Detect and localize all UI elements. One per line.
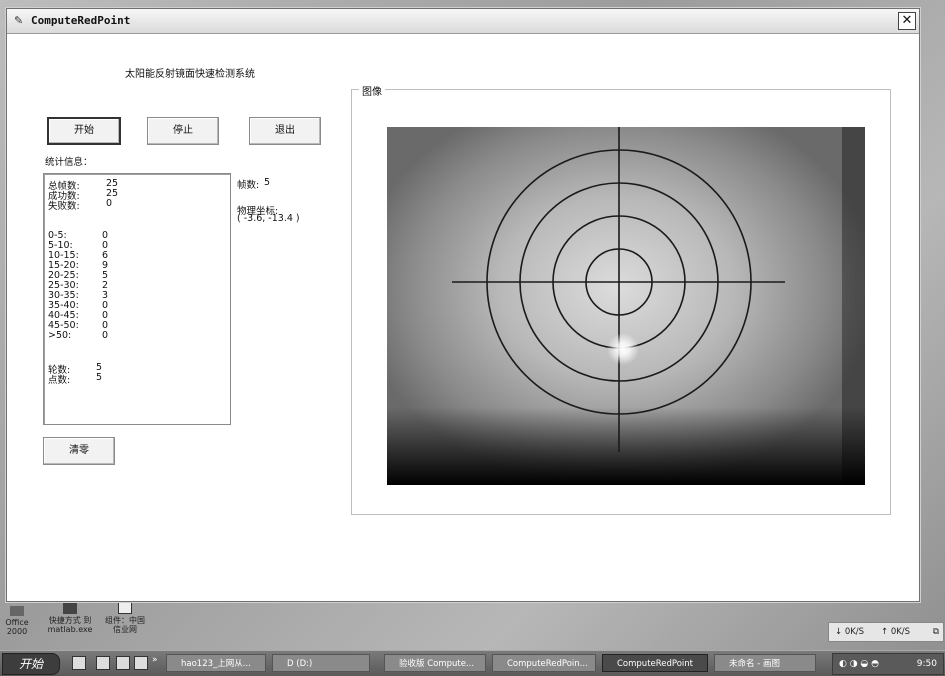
quicklaunch-desktop-icon[interactable] xyxy=(96,656,110,670)
footer-value: 5 xyxy=(96,372,103,383)
desktop-icon-office[interactable]: Office 2000 xyxy=(0,606,34,636)
taskbar-item-paint[interactable]: 未命名 - 画图 xyxy=(714,654,816,672)
system-tray: ◐ ◑ ◒ ◓ 9:50 xyxy=(832,653,944,675)
desktop-icon-label: 组件：中国 信业网 xyxy=(105,616,145,634)
stat-row: 失败数: 0 xyxy=(48,198,228,212)
taskbar-item-computeredpoint-1[interactable]: ComputeRedPoin... xyxy=(492,654,596,672)
page-title: 太阳能反射镜面快速检测系统 xyxy=(125,69,255,80)
frame-count-label: 帧数: xyxy=(237,180,260,191)
download-speed: ↓ 0K/S xyxy=(835,627,865,637)
quicklaunch-ie-icon[interactable] xyxy=(72,656,86,670)
image-bottom-shadow xyxy=(387,407,865,485)
desktop-icon-matlab[interactable]: 快捷方式 到 matlab.exe xyxy=(42,602,98,634)
bin-value: 0 xyxy=(102,330,109,341)
stat-key: 失败数: xyxy=(48,201,80,212)
taskbar-item-computeredpoint-2[interactable]: ComputeRedPoint xyxy=(602,654,708,672)
upload-speed: ↑ 0K/S xyxy=(881,627,911,637)
image-group-label: 图像 xyxy=(359,83,385,98)
frame-count-value: 5 xyxy=(264,177,271,188)
stat-value: 0 xyxy=(106,198,113,209)
bin-row: >50: 0 xyxy=(48,330,228,341)
netmeter-icon: ⧉ xyxy=(932,627,939,637)
bin-key: >50: xyxy=(48,330,72,341)
footer-key: 点数: xyxy=(48,375,71,386)
taskbar-item-acceptance[interactable]: 验收版 Compute... xyxy=(384,654,486,672)
title-bar[interactable]: ✎ ComputeRedPoint ✕ xyxy=(7,9,919,34)
desktop-icon-label: 快捷方式 到 matlab.exe xyxy=(47,616,93,634)
document-icon xyxy=(118,600,132,614)
footer-row: 点数: 5 xyxy=(48,372,228,386)
image-right-shadow xyxy=(842,127,865,485)
shortcut-icon xyxy=(63,602,77,614)
stop-button[interactable]: 停止 xyxy=(147,117,219,145)
stats-listbox[interactable]: 总帧数: 25 成功数: 25 失败数: 0 0-5: 0 5-10: 0 10-15: 6… xyxy=(43,173,231,425)
taskbar-item-d-drive[interactable]: D (D:) xyxy=(272,654,370,672)
office-icon xyxy=(10,606,24,616)
exit-button[interactable]: 退出 xyxy=(249,117,321,145)
desktop-icon-component[interactable]: 组件：中国 信业网 xyxy=(100,600,150,634)
quicklaunch-media-icon[interactable] xyxy=(134,656,148,670)
clear-button[interactable]: 清零 xyxy=(43,437,115,465)
camera-image xyxy=(387,127,865,485)
close-button[interactable]: ✕ xyxy=(898,12,916,30)
quicklaunch-explorer-icon[interactable] xyxy=(116,656,130,670)
target-overlay xyxy=(387,127,865,485)
tray-icons[interactable]: ◐ ◑ ◒ ◓ xyxy=(839,654,879,674)
red-point-spot xyxy=(607,333,639,365)
app-window: ✎ ComputeRedPoint ✕ 太阳能反射镜面快速检测系统 开始 停止 … xyxy=(6,8,920,602)
start-button-taskbar[interactable]: 开始 xyxy=(2,653,60,675)
start-button[interactable]: 开始 xyxy=(47,117,121,145)
coord-value: ( -3.6, -13.4 ) xyxy=(237,213,300,224)
clock[interactable]: 9:50 xyxy=(917,654,937,674)
network-speed-meter: ↓ 0K/S ↑ 0K/S ⧉ xyxy=(828,622,944,642)
taskbar: 开始 » hao123_上网从... D (D:) 验收版 Compute...… xyxy=(0,650,945,676)
app-icon: ✎ xyxy=(14,14,24,27)
stats-label: 统计信息： xyxy=(45,157,93,168)
taskbar-item-hao123[interactable]: hao123_上网从... xyxy=(166,654,266,672)
quicklaunch-more-icon[interactable]: » xyxy=(152,655,158,665)
window-title: ComputeRedPoint xyxy=(31,14,131,27)
desktop-icon-label: Office 2000 xyxy=(5,618,29,636)
